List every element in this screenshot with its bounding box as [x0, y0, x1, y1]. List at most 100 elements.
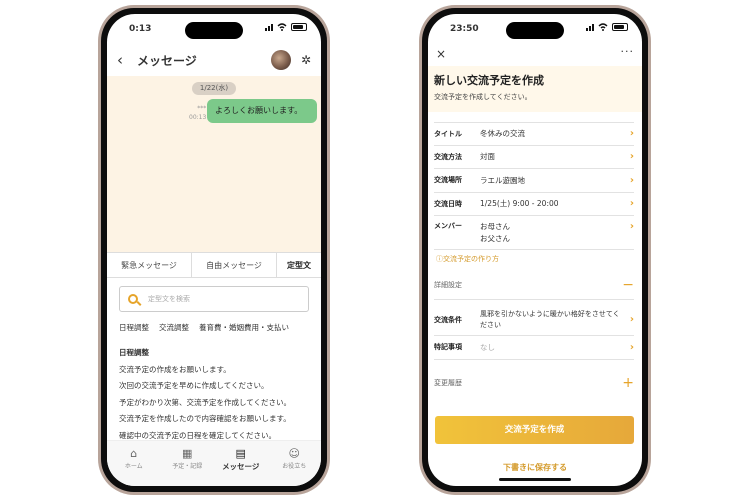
template-group-heading: 日程調整 — [119, 348, 149, 357]
messages-screen: 0:13 ‹ メッセージ ✲ 1/22(水) *** 00:13 よろしくお願い… — [107, 14, 321, 486]
field-label: 交流日時 — [434, 199, 462, 208]
top-bar: × ··· — [428, 44, 642, 64]
message-meta: *** 00:13 — [189, 104, 206, 122]
howto-link[interactable]: ⓘ交流予定の作り方 — [436, 254, 499, 264]
template-categories: 日程調整 交流調整 養育費・婚姻費用・支払い — [119, 322, 317, 333]
create-plan-button[interactable]: 交流予定を作成 — [435, 416, 634, 444]
template-item[interactable]: 次回の交流予定を早めに作成してください。 — [119, 378, 313, 395]
nav-home[interactable]: ⌂ ホーム — [107, 441, 161, 486]
field-value: ラエル遊園地 — [480, 175, 525, 185]
form-header: 新しい交流予定を作成 交流予定を作成してください。 — [428, 66, 642, 112]
section-label: 詳細設定 — [434, 280, 462, 289]
nav-label: 予定・記録 — [172, 463, 203, 470]
bottom-nav: ⌂ ホーム ▦ 予定・記録 ▤ メッセージ ☺ お役立ち — [107, 440, 321, 486]
category-chip[interactable]: 養育費・婚姻費用・支払い — [199, 322, 289, 333]
wifi-icon — [598, 23, 608, 31]
phone-create-plan: 23:50 × ··· 新しい交流予定を作成 交流予定を作成してください。 タイ… — [419, 5, 651, 495]
wifi-icon — [277, 23, 287, 31]
save-draft-link[interactable]: 下書きに保存する — [428, 462, 642, 473]
nav-label: メッセージ — [222, 462, 260, 471]
collapse-icon: − — [622, 276, 634, 293]
page-title: メッセージ — [137, 53, 197, 68]
template-item[interactable]: 予定がわかり次第、交流予定を作成してください。 — [119, 395, 313, 412]
calendar-icon: ▦ — [182, 447, 193, 460]
nav-label: ホーム — [124, 463, 143, 470]
chevron-right-icon: › — [629, 341, 634, 353]
field-conditions[interactable]: 交流条件 風邪を引かないように暖かい格好をさせてください › — [434, 304, 634, 336]
signal-icon — [265, 23, 273, 31]
nav-helpful[interactable]: ☺ お役立ち — [268, 441, 322, 486]
nav-messages[interactable]: ▤ メッセージ — [214, 441, 268, 486]
nav-label: お役立ち — [282, 463, 307, 470]
home-icon: ⌂ — [130, 447, 138, 460]
message-bubble[interactable]: よろしくお願いします。 — [207, 99, 317, 123]
field-value: 冬休みの交流 — [480, 129, 525, 139]
phone-messages: 0:13 ‹ メッセージ ✲ 1/22(水) *** 00:13 よろしくお願い… — [98, 5, 330, 495]
field-members[interactable]: メンバー お母さん お父さん › — [434, 216, 634, 250]
history-toggle[interactable]: 変更履歴 + — [434, 368, 634, 398]
date-divider: 1/22(水) — [192, 82, 236, 95]
field-datetime[interactable]: 交流日時 1/25(土) 9:00 - 20:00 › — [434, 193, 634, 216]
field-label: 交流場所 — [434, 176, 462, 185]
detail-settings-toggle[interactable]: 詳細設定 − — [434, 270, 634, 300]
dynamic-island — [506, 22, 564, 39]
template-item[interactable]: 交流予定を作成したので内容確認をお願いします。 — [119, 411, 313, 428]
section-label: 変更履歴 — [434, 379, 462, 387]
close-icon[interactable]: × — [436, 47, 446, 61]
field-label: 交流方法 — [434, 152, 462, 161]
more-icon[interactable]: ··· — [621, 45, 635, 58]
category-chip[interactable]: 交流調整 — [159, 322, 189, 333]
messages-header: ‹ メッセージ ✲ — [107, 44, 321, 76]
avatar[interactable] — [270, 50, 291, 70]
chat-area: 1/22(水) *** 00:13 よろしくお願いします。 — [107, 76, 321, 252]
template-search-input[interactable]: 定型文を検索 — [119, 286, 309, 312]
detail-form: 交流条件 風邪を引かないように暖かい格好をさせてください › 特記事項 なし › — [434, 304, 634, 360]
home-indicator — [499, 478, 571, 481]
chevron-right-icon: › — [629, 128, 634, 140]
expand-icon: + — [622, 375, 634, 391]
dynamic-island — [185, 22, 243, 39]
helpful-icon: ☺ — [288, 447, 300, 460]
template-item[interactable]: 交流予定の作成をお願いします。 — [119, 362, 313, 379]
chevron-right-icon: › — [629, 151, 634, 163]
create-plan-screen: 23:50 × ··· 新しい交流予定を作成 交流予定を作成してください。 タイ… — [428, 14, 642, 486]
field-value: なし — [480, 342, 495, 352]
tab-free[interactable]: 自由メッセージ — [192, 253, 277, 277]
status-time: 0:13 — [129, 24, 152, 34]
search-placeholder: 定型文を検索 — [148, 295, 190, 303]
back-button[interactable]: ‹ — [117, 51, 131, 69]
field-title[interactable]: タイトル 冬休みの交流 › — [434, 122, 634, 146]
member-item: お父さん — [480, 234, 510, 243]
chevron-right-icon: › — [629, 198, 634, 210]
field-place[interactable]: 交流場所 ラエル遊園地 › — [434, 169, 634, 193]
field-value: 1/25(土) 9:00 - 20:00 — [480, 199, 559, 209]
field-value: 風邪を引かないように暖かい格好をさせてください — [480, 309, 620, 329]
message-time: 00:13 — [189, 114, 207, 121]
category-chip[interactable]: 日程調整 — [119, 322, 149, 333]
field-value: 対面 — [480, 152, 495, 162]
page-title: 新しい交流予定を作成 — [434, 74, 544, 87]
search-icon — [128, 294, 138, 304]
battery-icon — [291, 23, 307, 31]
member-item: お母さん — [480, 222, 510, 231]
battery-icon — [612, 23, 628, 31]
chevron-right-icon: › — [629, 174, 634, 186]
chevron-right-icon: › — [629, 314, 634, 325]
field-notes[interactable]: 特記事項 なし › — [434, 336, 634, 360]
field-method[interactable]: 交流方法 対面 › — [434, 146, 634, 169]
status-time: 23:50 — [450, 24, 479, 34]
page-subtitle: 交流予定を作成してください。 — [434, 93, 532, 101]
template-list: 日程調整 交流予定の作成をお願いします。 次回の交流予定を早めに作成してください… — [119, 345, 313, 444]
tab-template[interactable]: 定型文 — [277, 253, 321, 277]
field-label: メンバー — [434, 222, 462, 230]
signal-icon — [586, 23, 594, 31]
field-value: お母さん お父さん — [480, 221, 624, 245]
plan-form: タイトル 冬休みの交流 › 交流方法 対面 › 交流場所 ラエル遊園地 › 交流… — [434, 122, 634, 250]
message-type-tabs: 緊急メッセージ 自由メッセージ 定型文 — [107, 252, 321, 278]
message-icon: ▤ — [235, 447, 246, 460]
nav-schedule[interactable]: ▦ 予定・記録 — [161, 441, 215, 486]
field-label: 交流条件 — [434, 315, 462, 324]
field-label: 特記事項 — [434, 343, 462, 352]
gear-icon[interactable]: ✲ — [301, 53, 311, 67]
tab-urgent[interactable]: 緊急メッセージ — [107, 253, 192, 277]
